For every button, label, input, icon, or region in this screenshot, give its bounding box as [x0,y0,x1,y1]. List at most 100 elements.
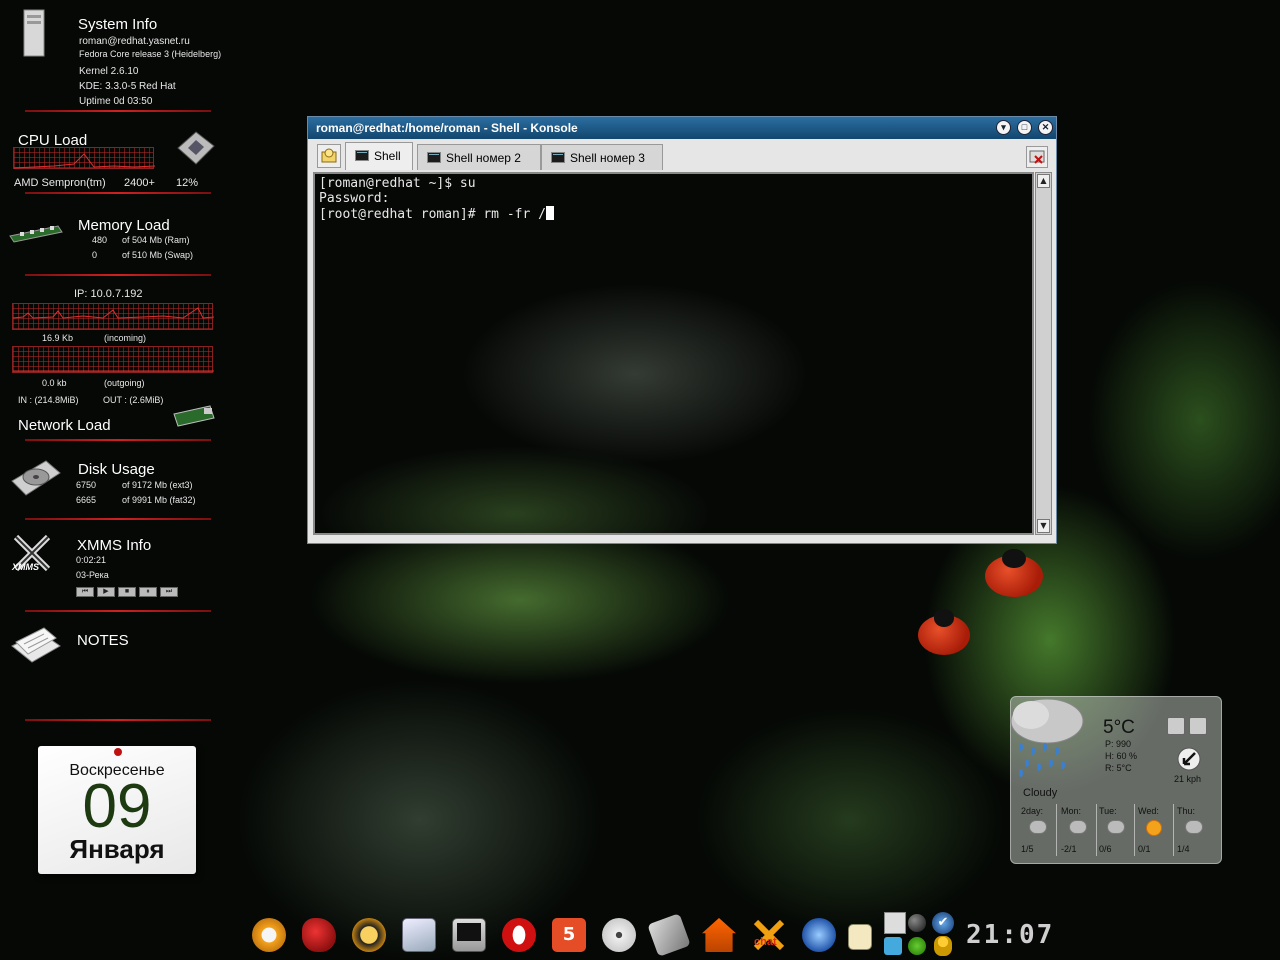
bomb-icon[interactable] [908,914,926,932]
terminal-prompt-line: [root@redhat roman]# rm -fr / [319,206,1028,222]
tab-shell[interactable]: Shell [345,142,413,170]
forecast-day-label: 2day: [1021,806,1044,816]
terminal-launcher-icon[interactable] [452,918,486,952]
disk-fat32-used: 6665 [76,495,97,505]
terminal-line: [roman@redhat ~]$ su [319,176,476,191]
sysinfo-release: Fedora Core release 3 (Heidelberg) [79,49,222,59]
network-title: Network Load [18,417,111,434]
network-in-total: IN : (214.8MiB) [18,395,79,405]
xmms-pause-button[interactable]: ⏸ [139,587,157,597]
xmms-stop-button[interactable]: ■ [118,587,136,597]
maximize-button[interactable]: □ [1017,120,1032,135]
tab-label: Shell [374,149,401,163]
sysinfo-kde: KDE: 3.3.0-5 Red Hat [79,81,176,92]
kde-menu-icon[interactable] [252,918,286,952]
disk-title: Disk Usage [78,461,155,478]
xmms-prev-button[interactable]: ⏮ [76,587,94,597]
scroll-up-arrow[interactable]: ▲ [1037,174,1050,188]
weather-widget: 5°C P: 990 H: 60 % R: 5°C 21 kph Cloudy … [1010,696,1222,864]
klipper-icon[interactable] [848,924,872,950]
terminal-output[interactable]: [roman@redhat ~]$ su Password: [root@redha… [313,172,1034,535]
weather-realfeel: R: 5°C [1105,763,1132,773]
cd-player-icon[interactable] [602,918,636,952]
network-outgoing-graph [12,346,214,373]
checkmark-icon[interactable]: ✔ [932,912,954,934]
network-incoming-rate: 16.9 Kb [42,333,74,343]
weather-map-button[interactable] [1189,717,1207,735]
cpu-chip-icon [177,131,215,165]
file-manager-icon[interactable] [402,918,436,952]
xmms-play-button[interactable]: ▶ [97,587,115,597]
weather-condition: Cloudy [1023,787,1058,799]
memory-swap-used: 0 [92,250,98,260]
cloud-icon [1029,820,1047,834]
home-folder-icon[interactable] [702,918,736,952]
forecast-day-label: Tue: [1099,806,1117,816]
xmms-logo-text: XMMS [12,562,39,572]
desktop-pager[interactable] [884,912,906,934]
scroll-down-arrow[interactable]: ▼ [1037,519,1050,533]
network-out-total: OUT : (2.6MiB) [103,395,164,405]
volume-icon[interactable] [884,937,902,955]
memory-module-icon [9,225,63,243]
notes-papers-icon [11,627,61,663]
terminal-line: [root@redhat roman]# rm -fr / [319,207,546,222]
window-titlebar[interactable]: roman@redhat:/home/roman - Shell - Konso… [308,117,1056,139]
forecast-day: Tue: 0/6 [1097,804,1135,856]
tab-shell-3[interactable]: Shell номер 3 [541,144,663,170]
tab-shell-2[interactable]: Shell номер 2 [417,144,541,170]
hard-disk-icon [11,460,61,496]
chat-icon[interactable]: chat [752,918,786,952]
sysinfo-user: roman@redhat.yasnet.ru [79,36,190,47]
opera-icon[interactable] [502,918,536,952]
calendar-widget: Воскресенье 09 Января [38,746,196,874]
tab-bar: Shell Shell номер 2 Shell номер 3 [312,141,1052,171]
new-session-icon [321,148,337,163]
separator [25,274,211,276]
user-status-icon[interactable] [934,936,952,956]
minimize-button[interactable]: ▾ [996,120,1011,135]
floppy-icon[interactable] [647,913,691,957]
cloud-icon [1185,820,1203,834]
forecast-temps: 0/6 [1099,844,1112,854]
redhat-icon[interactable] [302,918,336,952]
forecast-day: Mon: -2/1 [1059,804,1097,856]
panel-clock[interactable]: 21:07 [966,920,1054,950]
wallpaper-ladybug [918,609,970,655]
xmms-track: 03-Река [76,570,109,580]
forecast-day-label: Wed: [1138,806,1159,816]
weather-settings-button[interactable] [1167,717,1185,735]
sysinfo-kernel: Kernel 2.6.10 [79,66,139,77]
separator [25,610,211,612]
forecast-day: 2day: 1/5 [1019,804,1057,856]
chat-label: chat [754,936,777,948]
sysinfo-uptime: Uptime 0d 03:50 [79,96,153,107]
html5-icon[interactable]: 5 [552,918,586,952]
tab-label: Shell номер 2 [446,151,521,165]
cpu-load-value: 12% [176,177,199,189]
notes-title[interactable]: NOTES [77,632,129,649]
new-session-button[interactable] [317,144,341,168]
network-outgoing-rate: 0.0 kb [42,378,67,388]
xmms-time: 0:02:21 [76,555,107,565]
configure-icon[interactable] [352,918,386,952]
weather-humidity: H: 60 % [1105,751,1138,761]
xmms-launcher-icon[interactable] [802,918,836,952]
computer-tower-icon [23,9,45,57]
calendar-day: 09 [82,772,152,841]
terminal-icon [427,152,441,163]
sysinfo-title: System Info [78,16,158,33]
network-card-icon [173,405,215,427]
terminal-scrollbar[interactable]: ▲ ▼ [1035,172,1052,535]
klipper-tray-icon[interactable] [908,937,926,955]
konsole-window[interactable]: roman@redhat:/home/roman - Shell - Konso… [307,116,1057,544]
terminal-line: Password: [319,191,390,206]
close-button[interactable]: ✕ [1038,120,1053,135]
separator [25,439,211,441]
weather-temperature: 5°C [1103,717,1135,738]
close-session-button[interactable] [1026,146,1048,168]
memory-title: Memory Load [78,217,170,234]
xmms-next-button[interactable]: ⏭ [160,587,178,597]
xmms-title: XMMS Info [77,537,152,554]
forecast-temps: -2/1 [1061,844,1077,854]
